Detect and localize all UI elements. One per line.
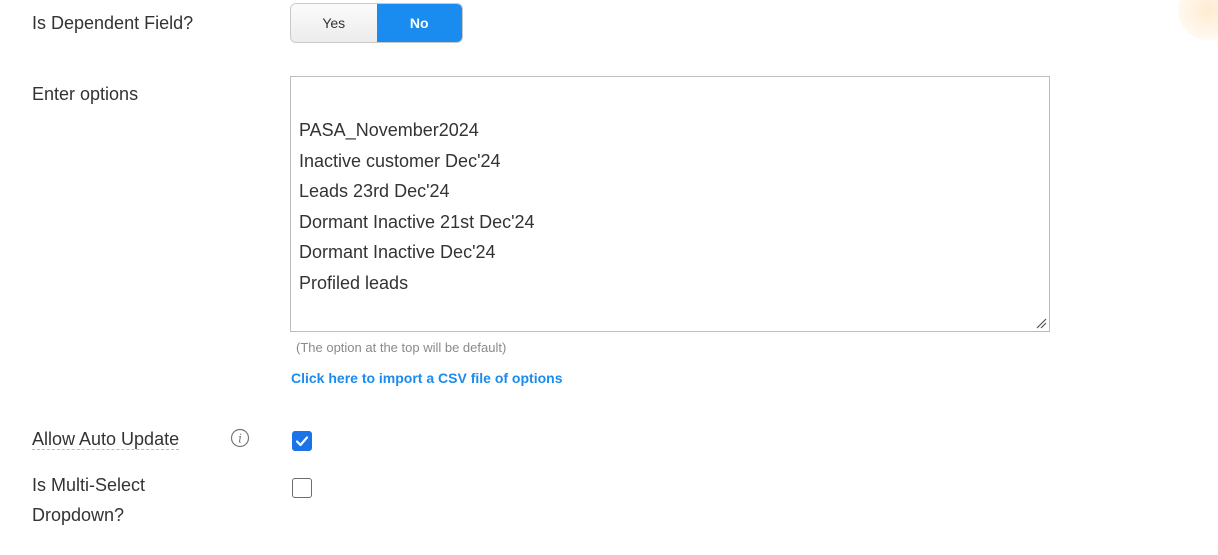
info-icon[interactable]: i bbox=[230, 428, 250, 448]
auto-update-label: Allow Auto Update bbox=[32, 424, 180, 454]
multi-select-label-line2: Dropdown? bbox=[32, 505, 125, 525]
toggle-yes-button[interactable]: Yes bbox=[291, 4, 377, 42]
checkmark-icon bbox=[295, 436, 309, 447]
option-line: PASA_November2024 bbox=[299, 120, 479, 140]
import-csv-link[interactable]: Click here to import a CSV file of optio… bbox=[291, 370, 562, 386]
field-settings-form: Is Dependent Field? Yes No Enter options… bbox=[0, 0, 1218, 555]
multi-select-label: Is Multi-Select Dropdown? bbox=[32, 470, 145, 530]
multi-select-checkbox[interactable] bbox=[292, 478, 312, 498]
toggle-no-button[interactable]: No bbox=[376, 4, 462, 42]
corner-glow bbox=[1178, 0, 1218, 40]
dependent-field-label: Is Dependent Field? bbox=[32, 13, 194, 33]
dependent-field-toggle: Yes No bbox=[290, 3, 463, 43]
options-textarea[interactable]: PASA_November2024 Inactive customer Dec'… bbox=[290, 76, 1050, 332]
options-list: PASA_November2024 Inactive customer Dec'… bbox=[299, 115, 535, 298]
option-line: Profiled leads bbox=[299, 272, 409, 293]
option-line: Leads 23rd Dec'24 bbox=[299, 181, 450, 201]
option-line: Dormant Inactive Dec'24 bbox=[299, 242, 496, 262]
resize-handle-icon[interactable] bbox=[1035, 317, 1047, 329]
enter-options-label: Enter options bbox=[32, 84, 139, 104]
default-option-hint: (The option at the top will be default) bbox=[296, 340, 507, 355]
auto-update-checkbox[interactable] bbox=[292, 431, 312, 451]
option-line: Inactive customer Dec'24 bbox=[299, 150, 501, 171]
option-line: Dormant Inactive 21st Dec'24 bbox=[299, 211, 535, 232]
svg-text:i: i bbox=[238, 432, 242, 446]
auto-update-label-text: Allow Auto Update bbox=[32, 429, 180, 450]
multi-select-label-line1: Is Multi-Select bbox=[32, 475, 146, 495]
